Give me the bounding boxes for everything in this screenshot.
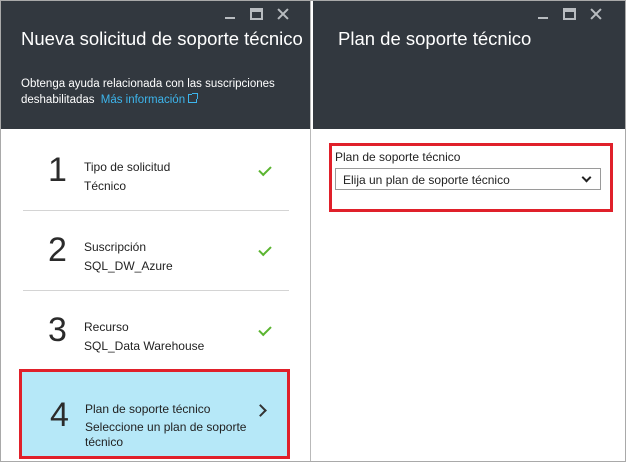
blade-title: Plan de soporte técnico: [338, 28, 532, 49]
step-value: SQL_Data Warehouse: [84, 339, 205, 353]
support-plan-blade: Plan de soporte técnico Plan de soporte …: [313, 1, 625, 461]
maximize-icon[interactable]: [250, 8, 263, 20]
check-icon: [258, 162, 272, 177]
more-info-link-label[interactable]: Más información: [101, 94, 185, 106]
blade-title: Nueva solicitud de soporte técnico: [21, 28, 303, 49]
minimize-icon[interactable]: [223, 7, 237, 21]
step-subscription[interactable]: 2 Suscripción SQL_DW_Azure: [23, 211, 289, 291]
step-value: Técnico: [84, 179, 127, 193]
dropdown-selected-value[interactable]: Elija un plan de soporte técnico: [343, 173, 510, 187]
blade-header: Nueva solicitud de soporte técnico Obten…: [1, 1, 310, 129]
step-value: SQL_DW_Azure: [84, 259, 173, 273]
support-plan-dropdown[interactable]: Elija un plan de soporte técnico: [335, 168, 601, 190]
window-controls: [523, 7, 603, 21]
step-value: Seleccione un plan de soporte técnico: [85, 420, 247, 449]
step-number: 3: [48, 311, 67, 349]
step-title: Tipo de solicitud: [84, 160, 171, 174]
step-title: Plan de soporte técnico: [85, 402, 211, 416]
step-request-type[interactable]: 1 Tipo de solicitud Técnico: [23, 131, 289, 211]
more-info-link[interactable]: Más información: [101, 93, 199, 106]
check-icon: [258, 322, 272, 337]
step-number: 4: [50, 396, 69, 434]
step-resource[interactable]: 3 Recurso SQL_Data Warehouse: [23, 291, 289, 371]
close-icon[interactable]: [589, 7, 603, 21]
step-title: Recurso: [84, 320, 129, 334]
close-icon[interactable]: [276, 7, 290, 21]
step-number: 1: [48, 151, 67, 189]
step-title: Suscripción: [84, 240, 147, 254]
minimize-icon[interactable]: [536, 7, 550, 21]
blade-description: Obtenga ayuda relacionada con las suscri…: [21, 76, 301, 108]
external-link-icon[interactable]: [188, 93, 199, 103]
chevron-right-icon: [254, 404, 267, 417]
blade-header: Plan de soporte técnico: [313, 1, 625, 129]
support-plan-label: Plan de soporte técnico: [335, 150, 461, 164]
new-support-request-blade: Nueva solicitud de soporte técnico Obten…: [1, 1, 311, 461]
chevron-down-icon[interactable]: [581, 172, 592, 183]
maximize-icon[interactable]: [563, 8, 576, 20]
step-support-plan[interactable]: 4 Plan de soporte técnico Seleccione un …: [19, 369, 290, 459]
check-icon: [258, 242, 272, 257]
step-number: 2: [48, 231, 67, 269]
window-controls: [210, 7, 290, 21]
